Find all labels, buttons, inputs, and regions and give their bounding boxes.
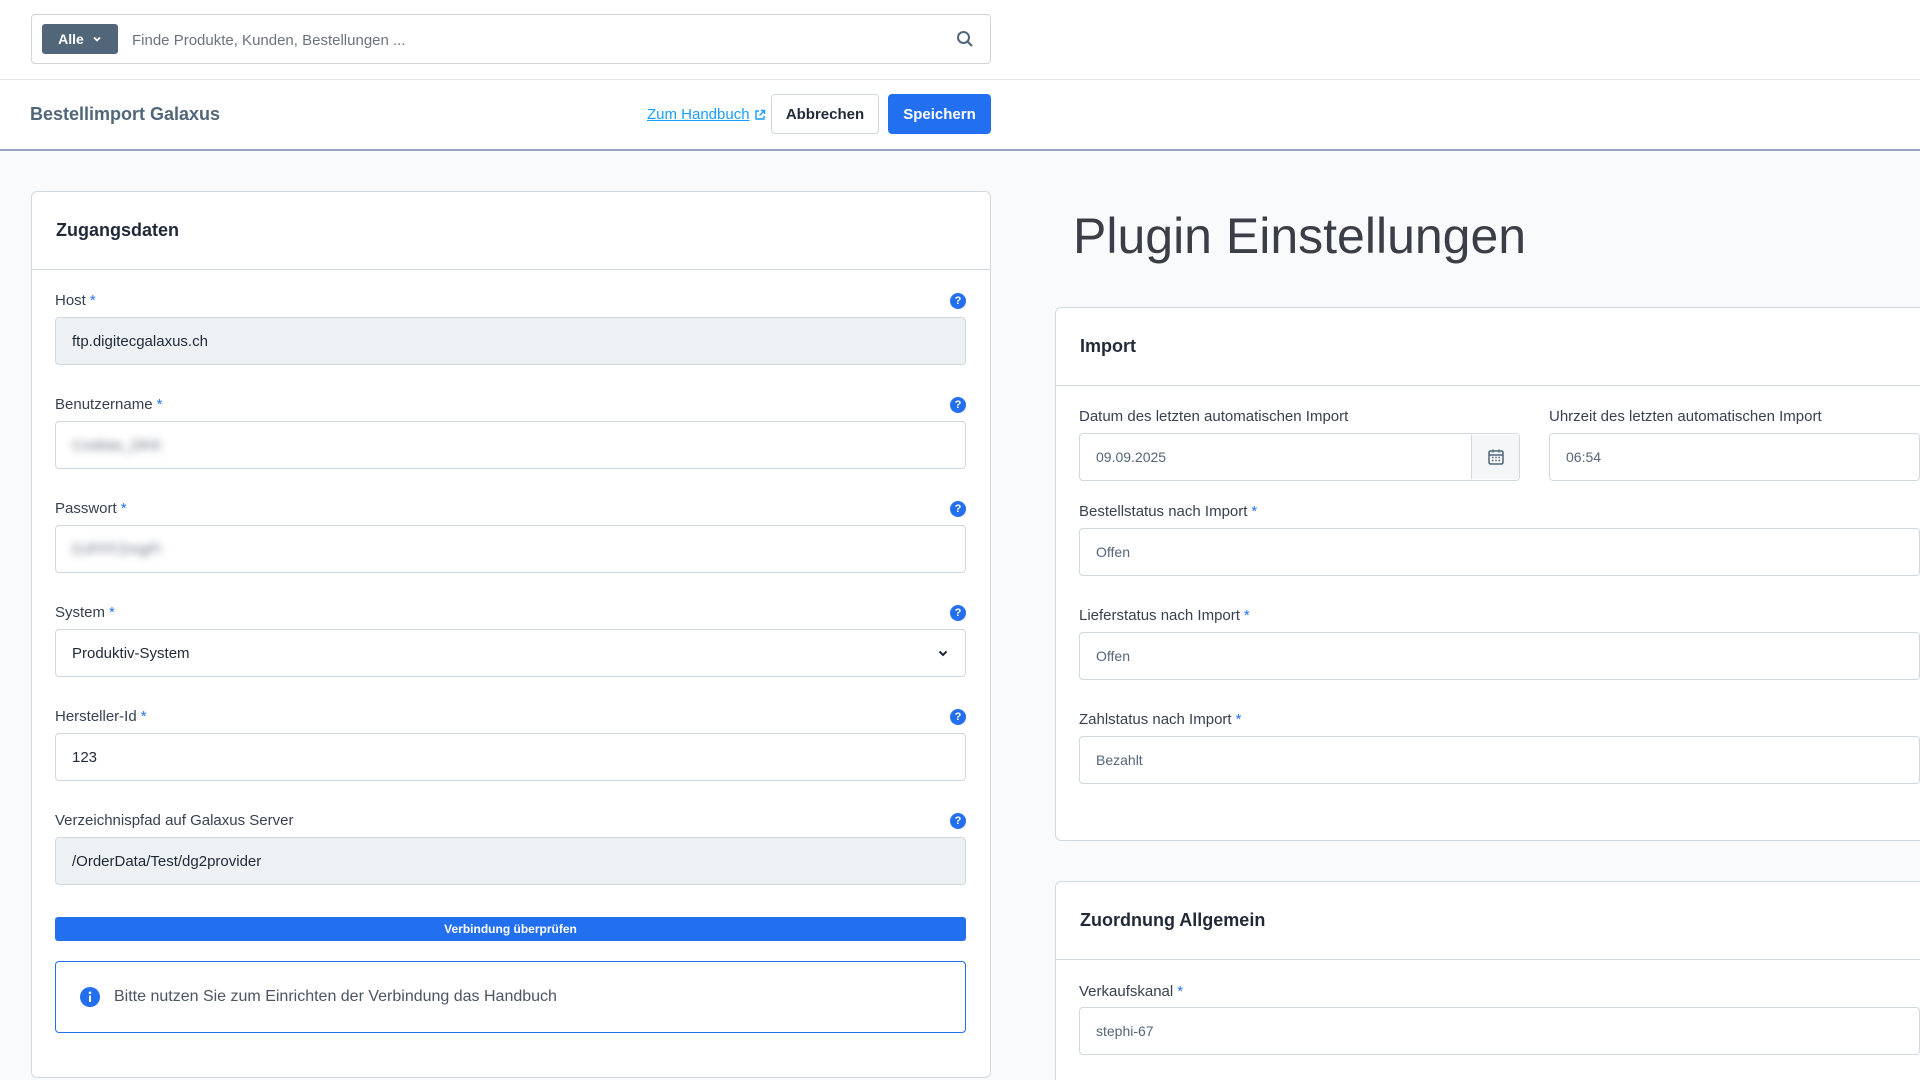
system-label: System * [55, 604, 115, 621]
host-label: Host * [55, 292, 96, 309]
order-status-label: Bestellstatus nach Import * [1079, 503, 1258, 520]
calendar-icon [1487, 449, 1504, 465]
cancel-button[interactable]: Abbrechen [771, 94, 879, 134]
last-import-date-label: Datum des letzten automatischen Import [1079, 408, 1349, 425]
username-help-icon[interactable]: ? [950, 397, 966, 413]
username-label: Benutzername * [55, 396, 163, 413]
info-alert-text: Bitte nutzen Sie zum Einrichten der Verb… [114, 988, 557, 1005]
search-scope-dropdown[interactable]: Alle [42, 24, 118, 54]
username-field[interactable]: Cosbas_DKK [55, 421, 966, 469]
chevron-down-icon [938, 650, 948, 657]
system-select[interactable]: Produktiv-System [55, 629, 966, 677]
last-import-time-label: Uhrzeit des letzten automatischen Import [1549, 408, 1822, 425]
payment-status-select[interactable]: Bezahlt [1079, 736, 1920, 784]
mapping-card-title: Zuordnung Allgemein [1056, 882, 1920, 960]
plugin-settings-title: Plugin Einstellungen [1073, 208, 1527, 264]
delivery-status-select[interactable]: Offen [1079, 632, 1920, 680]
order-status-select[interactable]: Offen [1079, 528, 1920, 576]
verify-connection-button[interactable]: Verbindung überprüfen [55, 917, 966, 941]
manual-link-label: Zum Handbuch [647, 106, 750, 123]
directory-path-help-icon[interactable]: ? [950, 813, 966, 829]
last-import-time-field[interactable]: 06:54 [1549, 433, 1920, 481]
payment-status-label: Zahlstatus nach Import * [1079, 711, 1242, 728]
delivery-status-label: Lieferstatus nach Import * [1079, 607, 1250, 624]
search-input[interactable] [132, 25, 932, 55]
smart-bar: Bestellimport Galaxus Zum Handbuch Abbre… [0, 80, 1920, 151]
info-icon [80, 987, 100, 1007]
password-field[interactable]: DJFFFZmgPi [55, 525, 966, 573]
sales-channel-label: Verkaufskanal * [1079, 983, 1184, 1000]
host-field[interactable]: ftp.digitecgalaxus.ch [55, 317, 966, 365]
password-help-icon[interactable]: ? [950, 501, 966, 517]
global-search: Alle [31, 14, 991, 64]
search-scope-label: Alle [58, 31, 84, 47]
external-link-icon [754, 109, 765, 120]
calendar-button[interactable] [1471, 435, 1519, 479]
access-card-title: Zugangsdaten [32, 192, 990, 270]
search-icon[interactable] [956, 30, 974, 48]
import-card-title: Import [1056, 308, 1920, 386]
password-label: Passwort * [55, 500, 127, 517]
manufacturer-id-field[interactable]: 123 [55, 733, 966, 781]
manufacturer-id-help-icon[interactable]: ? [950, 709, 966, 725]
system-help-icon[interactable]: ? [950, 605, 966, 621]
sales-channel-select[interactable]: stephi-67 [1079, 1007, 1920, 1055]
top-bar: Alle [0, 0, 1920, 80]
info-alert: Bitte nutzen Sie zum Einrichten der Verb… [55, 961, 966, 1033]
manufacturer-id-label: Hersteller-Id * [55, 708, 147, 725]
page-title: Bestellimport Galaxus [30, 104, 221, 124]
host-help-icon[interactable]: ? [950, 293, 966, 309]
manual-link[interactable]: Zum Handbuch [647, 106, 766, 123]
save-button[interactable]: Speichern [888, 94, 991, 134]
last-import-date-field[interactable]: 09.09.2025 [1079, 433, 1520, 481]
directory-path-field[interactable]: /OrderData/Test/dg2provider [55, 837, 966, 885]
directory-path-label: Verzeichnispfad auf Galaxus Server [55, 812, 294, 829]
chevron-down-icon [93, 36, 101, 42]
